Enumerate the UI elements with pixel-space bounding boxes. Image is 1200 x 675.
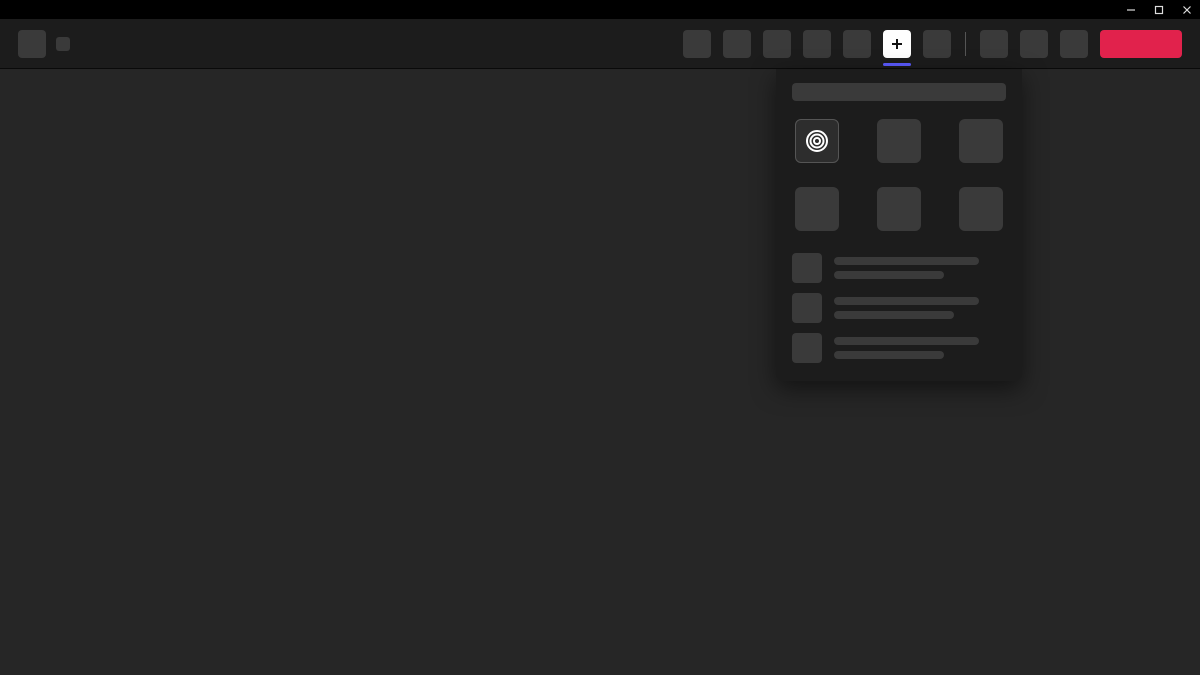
list-item-text	[834, 257, 979, 279]
top-toolbar	[0, 19, 1200, 69]
nav-divider	[965, 32, 966, 56]
nav-item-1[interactable]	[683, 30, 711, 58]
dropdown-tile-4[interactable]	[795, 187, 839, 231]
add-dropdown-panel	[776, 69, 1022, 381]
list-item-icon	[792, 253, 822, 283]
dropdown-tile-2[interactable]	[877, 119, 921, 163]
nav-right-2[interactable]	[1020, 30, 1048, 58]
nav-item-3[interactable]	[763, 30, 791, 58]
dropdown-list-item-3[interactable]	[792, 333, 1006, 363]
dropdown-tile-1[interactable]	[795, 119, 839, 163]
nav-item-4[interactable]	[803, 30, 831, 58]
list-item-title	[834, 297, 979, 305]
window-titlebar	[0, 0, 1200, 19]
list-item-subtitle	[834, 311, 954, 319]
top-left-group	[18, 30, 70, 58]
dropdown-tile-3[interactable]	[959, 119, 1003, 163]
dropdown-tile-6[interactable]	[959, 187, 1003, 231]
list-item-text	[834, 337, 979, 359]
nav-right-1[interactable]	[980, 30, 1008, 58]
list-item-icon	[792, 293, 822, 323]
list-item-icon	[792, 333, 822, 363]
primary-cta-button[interactable]	[1100, 30, 1182, 58]
list-item-title	[834, 257, 979, 265]
app-logo-block[interactable]	[18, 30, 46, 58]
nav-item-2[interactable]	[723, 30, 751, 58]
dropdown-search-input[interactable]	[792, 83, 1006, 101]
list-item-text	[834, 297, 979, 319]
dropdown-tile-5[interactable]	[877, 187, 921, 231]
dropdown-list	[792, 253, 1006, 363]
window-close-button[interactable]	[1180, 3, 1194, 17]
nav-add-button[interactable]	[883, 30, 911, 58]
top-nav-group	[683, 30, 1182, 58]
window-minimize-button[interactable]	[1124, 3, 1138, 17]
dropdown-list-item-1[interactable]	[792, 253, 1006, 283]
workspace	[0, 69, 1200, 675]
nav-item-6[interactable]	[923, 30, 951, 58]
app-secondary-block[interactable]	[56, 37, 70, 51]
window-maximize-button[interactable]	[1152, 3, 1166, 17]
list-item-subtitle	[834, 351, 944, 359]
dropdown-list-item-2[interactable]	[792, 293, 1006, 323]
list-item-subtitle	[834, 271, 944, 279]
list-item-title	[834, 337, 979, 345]
plus-icon	[891, 38, 903, 50]
nav-right-3[interactable]	[1060, 30, 1088, 58]
nav-item-5[interactable]	[843, 30, 871, 58]
dropdown-tile-grid	[792, 119, 1006, 231]
spiral-icon	[805, 129, 829, 153]
